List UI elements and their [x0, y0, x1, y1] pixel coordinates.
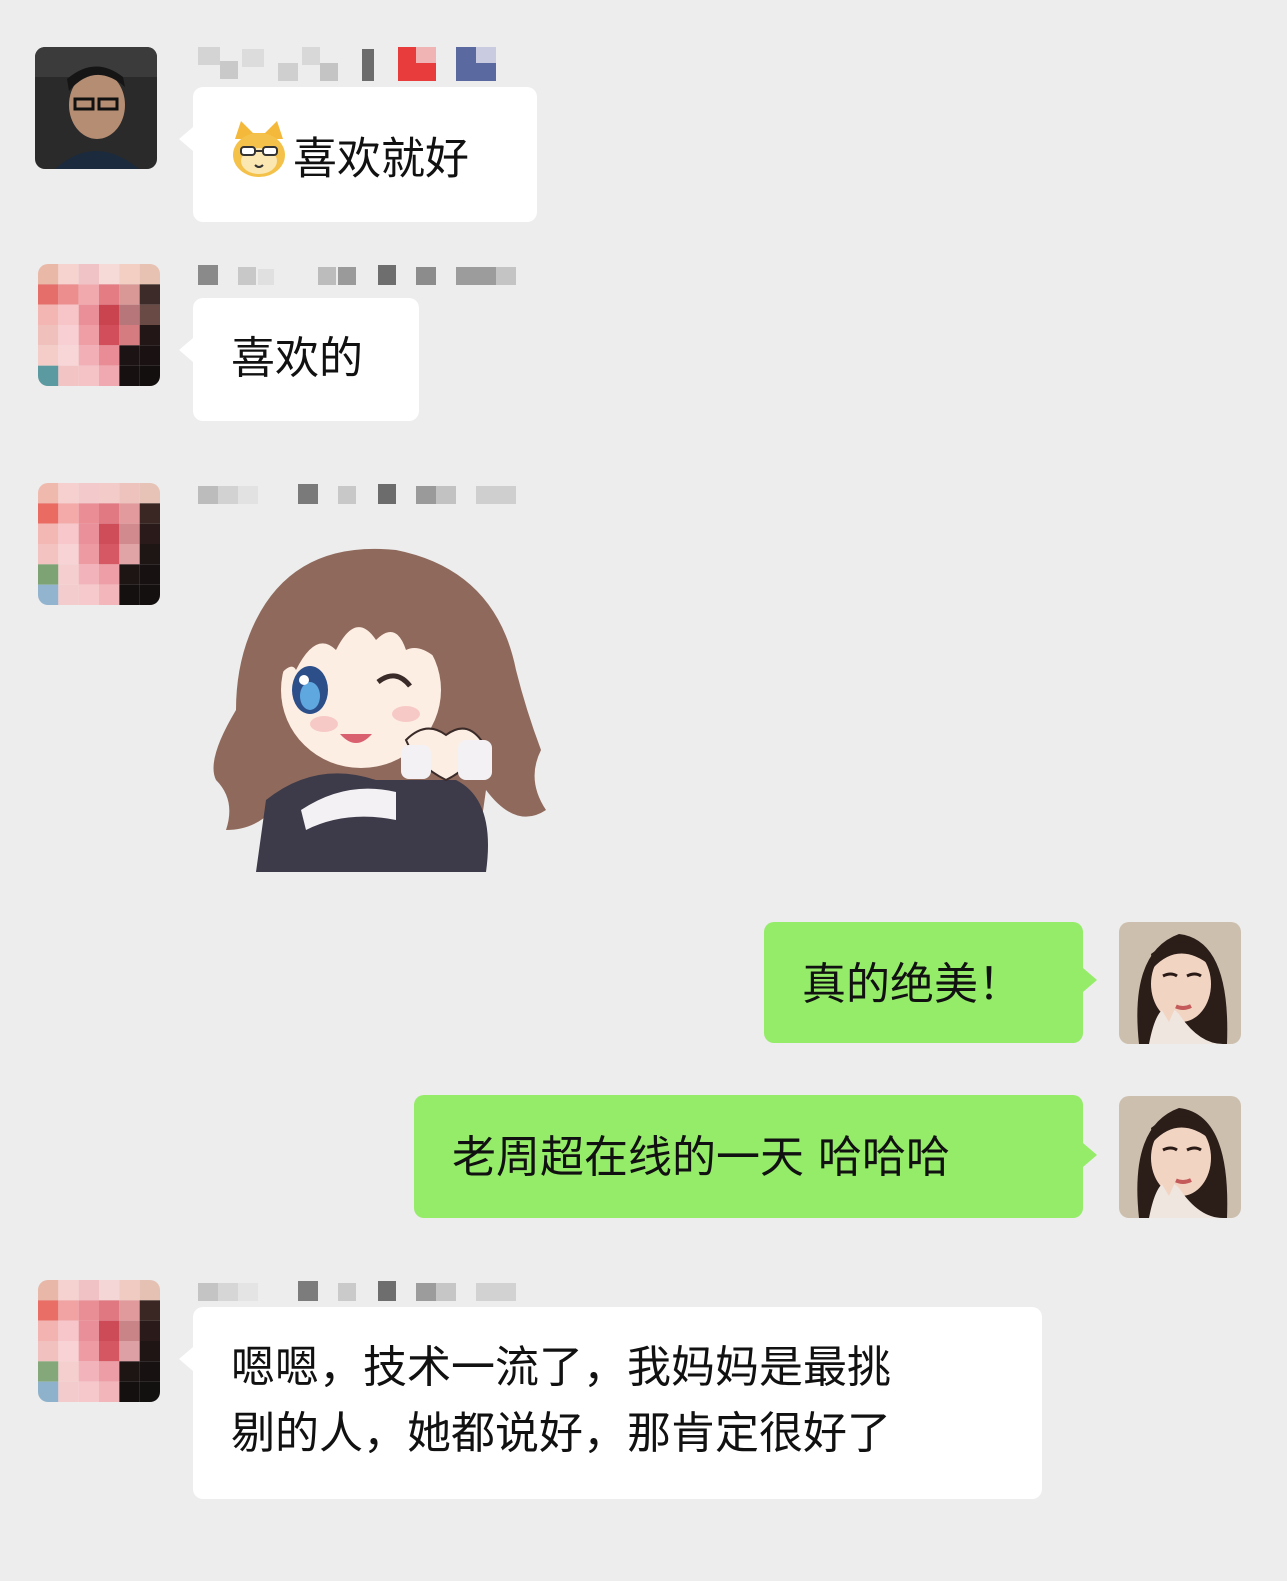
message-bubble-4[interactable]: 真的绝美！ [764, 922, 1097, 1043]
message-text-line-2: 剔的人，她都说好，那肯定很好了 [231, 1408, 891, 1459]
bubble-tail [179, 338, 193, 362]
anime-girl-heart-sticker[interactable] [196, 530, 556, 872]
bubble-tail [1083, 968, 1097, 992]
avatar-self[interactable] [1119, 1096, 1241, 1218]
bubble-tail [1083, 1143, 1097, 1167]
avatar-pixelated-2[interactable] [38, 483, 160, 605]
message-text-line-1: 嗯嗯，技术一流了，我妈妈是最挑 [231, 1342, 891, 1393]
avatar-man[interactable] [35, 47, 157, 169]
avatar-self[interactable] [1119, 922, 1241, 1044]
message-text: 喜欢的 [231, 333, 363, 384]
sender-name-redacted [198, 265, 518, 287]
message-bubble-5[interactable]: 老周超在线的一天 哈哈哈 [414, 1095, 1097, 1218]
message-bubble-2[interactable]: 喜欢的 [179, 298, 419, 421]
message-text: 老周超在线的一天 哈哈哈 [452, 1132, 950, 1183]
sender-name-redacted [198, 484, 518, 506]
bubble-tail [179, 1347, 193, 1371]
avatar-pixelated-1[interactable] [38, 264, 160, 386]
sender-name-redacted [198, 45, 498, 83]
avatar-pixelated-3[interactable] [38, 1280, 160, 1402]
sender-name-redacted [198, 1281, 518, 1303]
message-text: 真的绝美！ [802, 959, 1022, 1010]
cat-face-emoji-icon [229, 121, 289, 198]
message-bubble-1[interactable]: 喜欢就好 [179, 87, 537, 222]
message-text: 喜欢就好 [293, 133, 469, 185]
bubble-tail [179, 127, 193, 151]
message-bubble-6[interactable]: 嗯嗯，技术一流了，我妈妈是最挑 剔的人，她都说好，那肯定很好了 [179, 1307, 1042, 1499]
